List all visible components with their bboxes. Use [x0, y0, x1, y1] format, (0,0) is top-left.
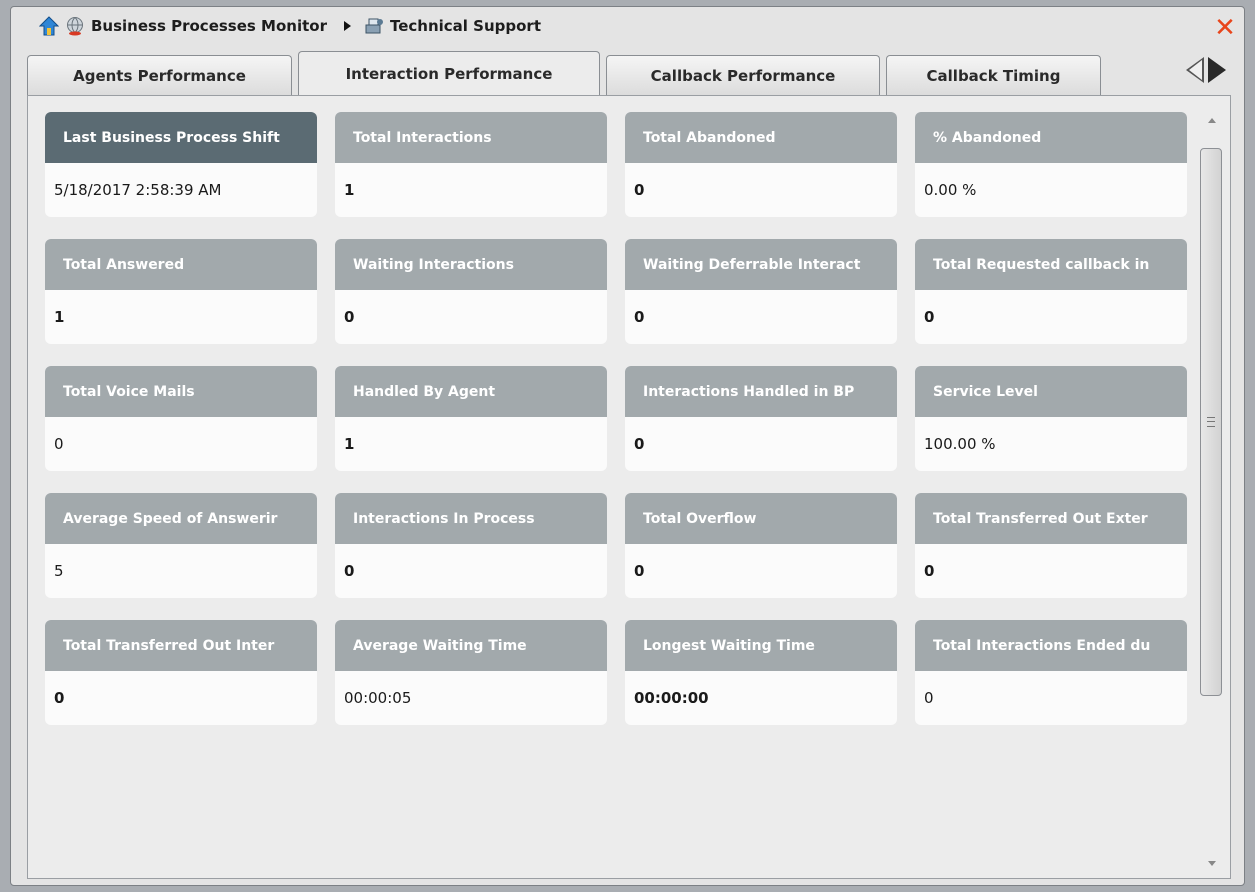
tab-label: Callback Performance	[650, 66, 836, 85]
kpi-card-value: 0	[634, 562, 645, 580]
kpi-card-title: Interactions In Process	[335, 493, 607, 544]
kpi-card[interactable]: Total Abandoned 0	[625, 112, 897, 217]
scrollbar-thumb[interactable]	[1200, 148, 1222, 696]
kpi-card[interactable]: Average Waiting Time 00:00:05	[335, 620, 607, 725]
kpi-card-value: 0	[634, 181, 645, 199]
kpi-card-title: % Abandoned	[915, 112, 1187, 163]
tab-scroll-left-icon[interactable]	[1186, 57, 1204, 83]
breadcrumb-current: Technical Support	[389, 16, 541, 35]
kpi-card-title: Total Voice Mails	[45, 366, 317, 417]
kpi-card-title: Longest Waiting Time	[625, 620, 897, 671]
scroll-down-icon[interactable]	[1208, 861, 1216, 866]
kpi-card[interactable]: Total Overflow 0	[625, 493, 897, 598]
tab-label: Agents Performance	[73, 66, 246, 85]
tab-bar: Agents Performance Interaction Performan…	[27, 51, 1107, 95]
kpi-card-title: Total Overflow	[625, 493, 897, 544]
tab-callback-performance[interactable]: Callback Performance	[606, 55, 880, 95]
kpi-card[interactable]: Longest Waiting Time 00:00:00	[625, 620, 897, 725]
kpi-card[interactable]: Handled By Agent 1	[335, 366, 607, 471]
kpi-card-title: Average Waiting Time	[335, 620, 607, 671]
kpi-card-title: Last Business Process Shift	[45, 112, 317, 163]
vertical-scrollbar[interactable]	[1200, 118, 1224, 866]
kpi-card-title: Average Speed of Answerir	[45, 493, 317, 544]
monitor-window: Business Processes Monitor Technical Sup…	[10, 6, 1245, 886]
tab-agents-performance[interactable]: Agents Performance	[27, 55, 292, 95]
support-desk-icon	[364, 16, 384, 36]
kpi-card-value: 0	[54, 435, 64, 453]
tab-interaction-performance[interactable]: Interaction Performance	[298, 51, 600, 95]
kpi-card-title: Total Transferred Out Exter	[915, 493, 1187, 544]
tab-label: Interaction Performance	[345, 64, 553, 83]
kpi-card-title: Total Requested callback in	[915, 239, 1187, 290]
tab-scroll-right-icon[interactable]	[1208, 57, 1226, 83]
kpi-card[interactable]: Interactions Handled in BP 0	[625, 366, 897, 471]
breadcrumb-arrow-icon	[343, 20, 351, 31]
kpi-card-title: Waiting Interactions	[335, 239, 607, 290]
kpi-card[interactable]: % Abandoned 0.00 %	[915, 112, 1187, 217]
kpi-card-title: Total Interactions	[335, 112, 607, 163]
kpi-card-value: 1	[344, 181, 355, 199]
kpi-card[interactable]: Waiting Interactions 0	[335, 239, 607, 344]
kpi-card[interactable]: Total Transferred Out Inter 0	[45, 620, 317, 725]
kpi-card[interactable]: Total Requested callback in 0	[915, 239, 1187, 344]
kpi-card[interactable]: Service Level 100.00 %	[915, 366, 1187, 471]
kpi-card-value: 0	[634, 308, 645, 326]
kpi-card-value: 0	[924, 308, 935, 326]
kpi-card-value: 0.00 %	[924, 181, 977, 199]
kpi-card-value: 5/18/2017 2:58:39 AM	[54, 181, 222, 199]
kpi-card-title: Total Answered	[45, 239, 317, 290]
tab-navigation	[1186, 57, 1226, 83]
kpi-card-value: 0	[344, 562, 355, 580]
kpi-card[interactable]: Total Interactions 1	[335, 112, 607, 217]
kpi-card[interactable]: Waiting Deferrable Interact 0	[625, 239, 897, 344]
kpi-card-title: Handled By Agent	[335, 366, 607, 417]
kpi-card-title: Total Interactions Ended du	[915, 620, 1187, 671]
kpi-card-title: Total Transferred Out Inter	[45, 620, 317, 671]
kpi-card-value: 0	[344, 308, 355, 326]
tab-label: Callback Timing	[926, 66, 1061, 85]
kpi-card-title: Total Abandoned	[625, 112, 897, 163]
kpi-card-title: Service Level	[915, 366, 1187, 417]
kpi-card-title: Waiting Deferrable Interact	[625, 239, 897, 290]
globe-icon	[65, 16, 85, 36]
kpi-card[interactable]: Total Voice Mails 0	[45, 366, 317, 471]
kpi-card[interactable]: Interactions In Process 0	[335, 493, 607, 598]
tab-callback-timing[interactable]: Callback Timing	[886, 55, 1101, 95]
kpi-card-value: 00:00:05	[344, 689, 412, 707]
kpi-card-value: 0	[54, 689, 65, 707]
kpi-card-value: 0	[634, 435, 645, 453]
kpi-card-value: 1	[344, 435, 355, 453]
kpi-card[interactable]: Total Answered 1	[45, 239, 317, 344]
kpi-card-value: 100.00 %	[924, 435, 996, 453]
kpi-card[interactable]: Last Business Process Shift 5/18/2017 2:5…	[45, 112, 317, 217]
kpi-card-value: 5	[54, 562, 64, 580]
breadcrumb-root[interactable]: Business Processes Monitor	[91, 17, 327, 35]
kpi-card[interactable]: Average Speed of Answerir 5	[45, 493, 317, 598]
kpi-card-value: 0	[924, 562, 935, 580]
title-bar: Business Processes Monitor Technical Sup…	[11, 7, 1244, 44]
kpi-card[interactable]: Total Transferred Out Exter 0	[915, 493, 1187, 598]
kpi-card-value: 00:00:00	[634, 689, 709, 707]
close-icon[interactable]: ✕	[1214, 15, 1236, 41]
kpi-card-value: 0	[924, 689, 934, 707]
kpi-panel: Last Business Process Shift 5/18/2017 2:5…	[27, 95, 1231, 879]
kpi-card-value: 1	[54, 308, 65, 326]
grip-icon	[1207, 417, 1215, 427]
kpi-card-title: Interactions Handled in BP	[625, 366, 897, 417]
scroll-up-icon[interactable]	[1208, 118, 1216, 123]
home-icon[interactable]	[38, 15, 60, 36]
kpi-card[interactable]: Total Interactions Ended du 0	[915, 620, 1187, 725]
